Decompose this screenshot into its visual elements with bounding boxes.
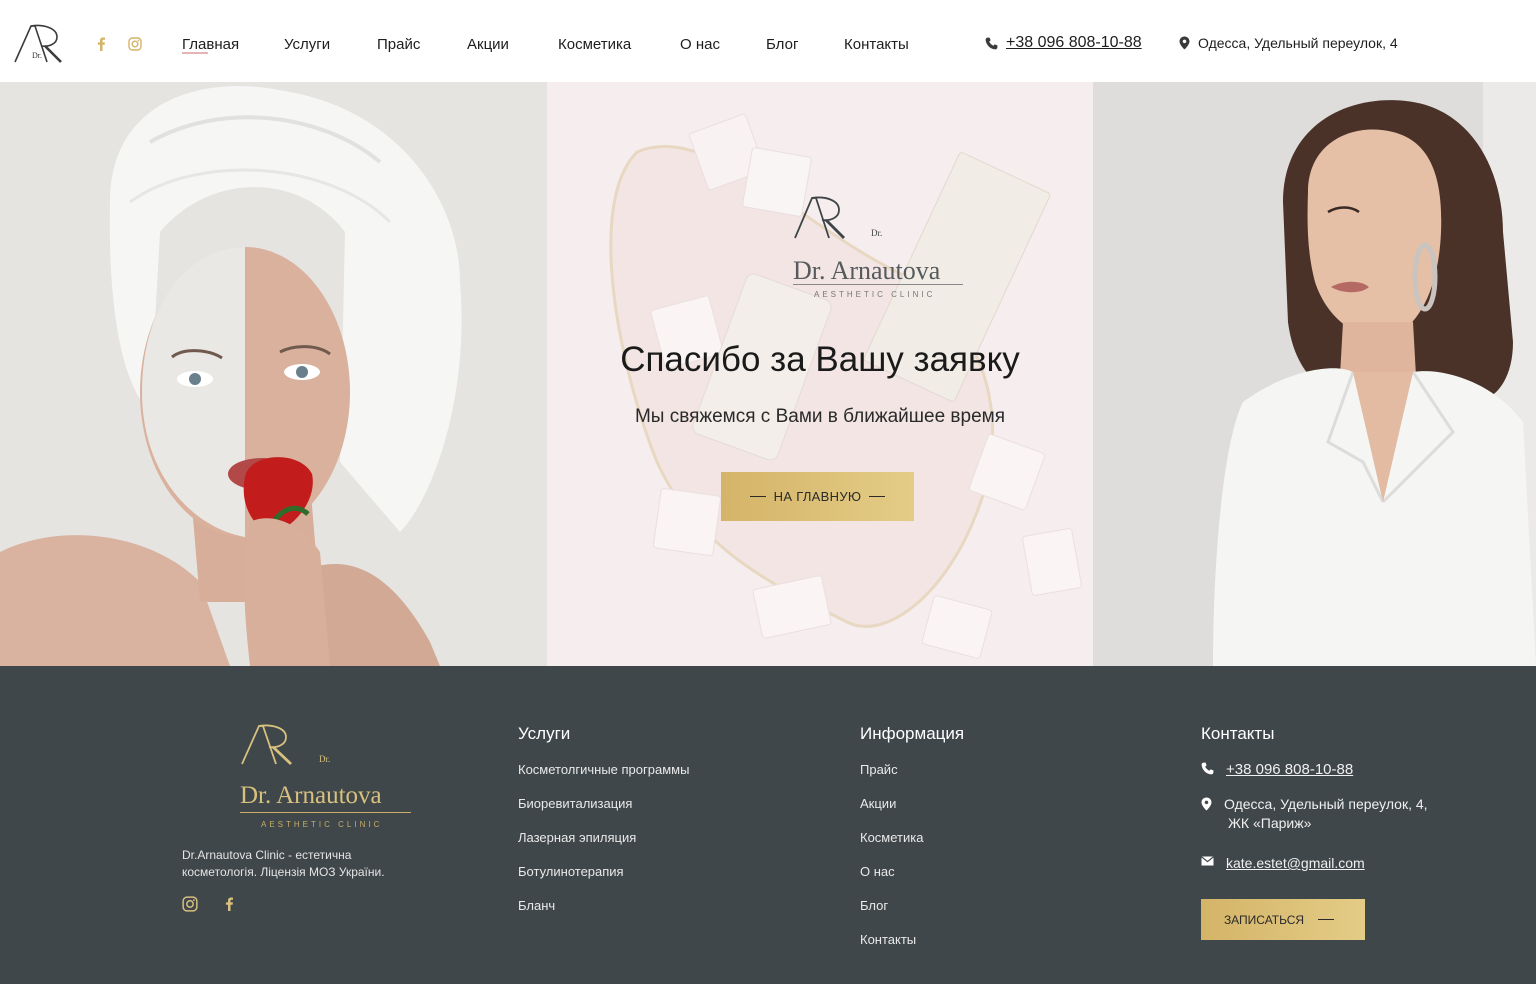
footer-brand-subtitle: AESTHETIC CLINIC (261, 820, 383, 829)
footer-info-link[interactable]: Прайс (860, 762, 898, 777)
footer-brand-divider (240, 812, 411, 813)
site-footer: Dr. Dr. Arnautova AESTHETIC CLINIC Dr.Ar… (0, 666, 1536, 984)
brand-dr-text: Dr. (871, 228, 883, 238)
footer-phone-link[interactable]: +38 096 808-10-88 (1201, 760, 1353, 779)
facebook-icon (225, 897, 233, 911)
footer-contacts-column: Контакты (1201, 724, 1274, 744)
header-phone-text: +38 096 808-10-88 (1006, 34, 1142, 51)
instagram-icon (182, 896, 198, 912)
hero-photo-doctor (1093, 82, 1536, 666)
nav-item-promos[interactable]: Акции (467, 36, 509, 53)
footer-info-link[interactable]: Акции (860, 796, 896, 811)
header-phone-link[interactable]: +38 096 808-10-88 (985, 34, 1142, 52)
footer-service-link[interactable]: Лазерная эпиляция (518, 830, 636, 845)
hero-message-panel: Dr. Dr. Arnautova AESTHETIC CLINIC Спаси… (547, 82, 1093, 666)
hero-subtitle: Мы свяжемся с Вами в ближайшее время (634, 406, 1006, 427)
nav-item-cosmetics[interactable]: Косметика (558, 36, 631, 53)
hero-title: Спасибо за Вашу заявку (620, 340, 1020, 379)
book-button-label: ЗАПИСАТЬСЯ (1223, 912, 1305, 927)
nav-item-services[interactable]: Услуги (284, 36, 330, 53)
brand-divider (793, 284, 963, 285)
dash-left-icon (749, 496, 766, 497)
footer-info-link[interactable]: О нас (860, 864, 895, 879)
phone-icon (985, 37, 998, 49)
footer-contacts-heading: Контакты (1201, 724, 1275, 743)
nav-item-blog[interactable]: Блог (766, 36, 798, 53)
footer-service-link[interactable]: Косметолгичные программы (518, 762, 689, 777)
footer-instagram-link[interactable] (182, 896, 198, 912)
header-address: Одесса, Удельный переулок, 4 (1179, 35, 1398, 51)
footer-facebook-link[interactable] (224, 896, 234, 912)
home-button-label: НА ГЛАВНУЮ (773, 489, 862, 504)
phone-icon (1201, 762, 1214, 775)
footer-brand-name: Dr. Arnautova (240, 782, 382, 809)
nav-item-price[interactable]: Прайс (377, 36, 420, 53)
footer-info-column: Информация Прайс Акции Косметика О нас Б… (860, 724, 965, 947)
footer-info-link[interactable]: Блог (860, 898, 888, 913)
home-button[interactable]: НА ГЛАВНУЮ (721, 472, 914, 521)
footer-service-link[interactable]: Бланч (518, 898, 555, 913)
instagram-icon (128, 37, 142, 51)
brand-name: Dr. Arnautova (793, 256, 941, 285)
footer-info-link[interactable]: Косметика (860, 830, 923, 845)
footer-email-text: kate.estet@gmail.com (1226, 855, 1365, 871)
nav-item-contacts[interactable]: Контакты (844, 36, 909, 53)
footer-social-links (182, 896, 234, 912)
nav-item-about[interactable]: О нас (680, 36, 720, 53)
facebook-icon (97, 37, 105, 51)
header-address-text: Одесса, Удельный переулок, 4 (1198, 35, 1398, 51)
footer-services-column: Услуги Косметолгичные программы Биоревит… (518, 724, 689, 913)
footer-service-link[interactable]: Биоревитализация (518, 796, 632, 811)
logo-monogram-icon (794, 196, 845, 239)
nav-item-home[interactable]: Главная (182, 36, 239, 54)
header-facebook-link[interactable] (96, 37, 106, 51)
footer-address: Одесса, Удельный переулок, 4, ЖК «Париж» (1201, 795, 1428, 833)
location-pin-icon (1179, 36, 1190, 50)
site-header: Dr. Главная Услуги Прайс Акции Косметика… (0, 0, 1536, 82)
hero-section: Dr. Dr. Arnautova AESTHETIC CLINIC Спаси… (0, 82, 1536, 666)
logo-dr-text: Dr. (32, 51, 42, 60)
hero-photo-woman-mask (0, 82, 547, 666)
footer-address-text: Одесса, Удельный переулок, 4, ЖК «Париж» (1224, 795, 1428, 833)
logo-monogram-icon (241, 724, 292, 766)
mail-icon (1201, 856, 1214, 866)
footer-info-heading: Информация (860, 724, 965, 743)
header-instagram-link[interactable] (128, 37, 142, 51)
photo-woman-mask-illustration (0, 82, 547, 666)
footer-email-link[interactable]: kate.estet@gmail.com (1201, 854, 1365, 873)
footer-address-line1: Одесса, Удельный переулок, 4, (1224, 796, 1428, 812)
footer-address-line2: ЖК «Париж» (1228, 815, 1312, 831)
photo-doctor-illustration (1093, 82, 1536, 666)
brand-subtitle: AESTHETIC CLINIC (814, 290, 936, 299)
footer-info-link[interactable]: Контакты (860, 932, 916, 947)
footer-description: Dr.Arnautova Clinic - естетична косметол… (182, 848, 385, 879)
footer-brand-dr: Dr. (319, 754, 331, 764)
footer-services-heading: Услуги (518, 724, 571, 743)
footer-phone-text: +38 096 808-10-88 (1226, 761, 1354, 778)
book-appointment-button[interactable]: ЗАПИСАТЬСЯ (1201, 899, 1365, 940)
dash-right-icon (869, 496, 886, 497)
footer-service-link[interactable]: Ботулинотерапия (518, 864, 624, 879)
location-pin-icon (1201, 797, 1212, 811)
dash-right-icon (1318, 919, 1335, 920)
